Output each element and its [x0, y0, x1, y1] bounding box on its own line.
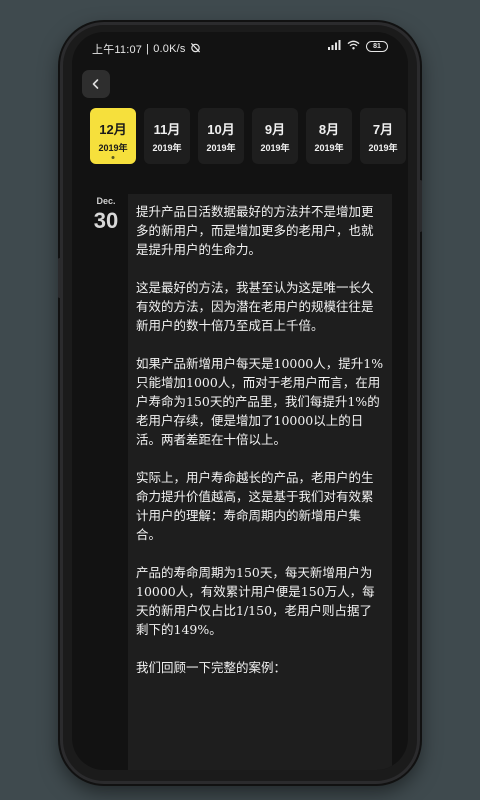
power-button [419, 180, 422, 232]
volume-button [58, 258, 61, 298]
chevron-left-icon [90, 75, 102, 94]
year-label: 2019年 [260, 142, 290, 153]
month-tab-5[interactable]: 7月 2019年 [360, 108, 406, 164]
month-tab-2[interactable]: 10月 2019年 [198, 108, 244, 164]
month-tab-3[interactable]: 9月 2019年 [252, 108, 298, 164]
wifi-icon [347, 40, 360, 53]
month-tab-0[interactable]: 12月 2019年 [90, 108, 136, 164]
entry-day: 30 [93, 208, 119, 233]
status-bar: 上午11:07 | 0.0K/s 81 [72, 32, 408, 62]
status-left: 上午11:07 | 0.0K/s [92, 41, 201, 57]
back-button[interactable] [82, 70, 110, 98]
article-paragraph: 产品的寿命周期为150天，每天新增用户为10000人，有效累计用户便是150万人… [136, 565, 375, 637]
month-label: 9月 [264, 121, 286, 137]
article-card[interactable]: 提升产品日活数据最好的方法并不是增加更多的新用户，而是增加更多的老用户，也就是提… [128, 194, 392, 770]
article-paragraph: 实际上，用户寿命越长的产品，老用户的生命力提升价值越高，这是基于我们对有效累计用… [136, 470, 374, 542]
entry-date: Dec. 30 [86, 196, 126, 234]
month-selector[interactable]: 12月 2019年 11月 2019年 10月 2019年 9月 2019年 8… [90, 108, 408, 166]
month-tab-4[interactable]: 8月 2019年 [306, 108, 352, 164]
year-label: 2019年 [206, 142, 236, 153]
entry-month: Dec. [96, 196, 116, 206]
article-paragraph: 如果产品新增用户每天是10000人，提升1%只能增加1000人，而对于老用户而言… [136, 356, 384, 447]
month-label: 7月 [372, 121, 394, 137]
year-label: 2019年 [152, 142, 182, 153]
year-label: 2019年 [368, 142, 398, 153]
status-right: 81 [328, 40, 388, 53]
signal-icon [328, 40, 341, 53]
status-speed: 0.0K/s [153, 43, 186, 55]
battery-level: 81 [373, 43, 381, 50]
article-paragraph: 我们回顾一下完整的案例： [136, 660, 287, 675]
battery-icon: 81 [366, 41, 388, 52]
year-label: 2019年 [314, 142, 344, 153]
alarm-off-icon [190, 42, 201, 56]
status-separator: | [146, 43, 150, 55]
selected-dot [111, 156, 115, 159]
month-label: 11月 [153, 121, 181, 137]
month-label: 8月 [318, 121, 340, 137]
article-paragraph: 这是最好的方法，我甚至认为这是唯一长久有效的方法，因为潜在老用户的规模往往是新用… [136, 280, 374, 333]
month-tab-1[interactable]: 11月 2019年 [144, 108, 190, 164]
article-paragraph: 提升产品日活数据最好的方法并不是增加更多的新用户，而是增加更多的老用户，也就是提… [136, 204, 374, 257]
screen: 上午11:07 | 0.0K/s 81 12月 2019年 11月 2019年 … [72, 32, 408, 770]
year-label: 2019年 [98, 142, 128, 153]
month-label: 12月 [99, 121, 127, 137]
status-time: 上午11:07 [92, 44, 143, 56]
month-label: 10月 [207, 121, 235, 137]
